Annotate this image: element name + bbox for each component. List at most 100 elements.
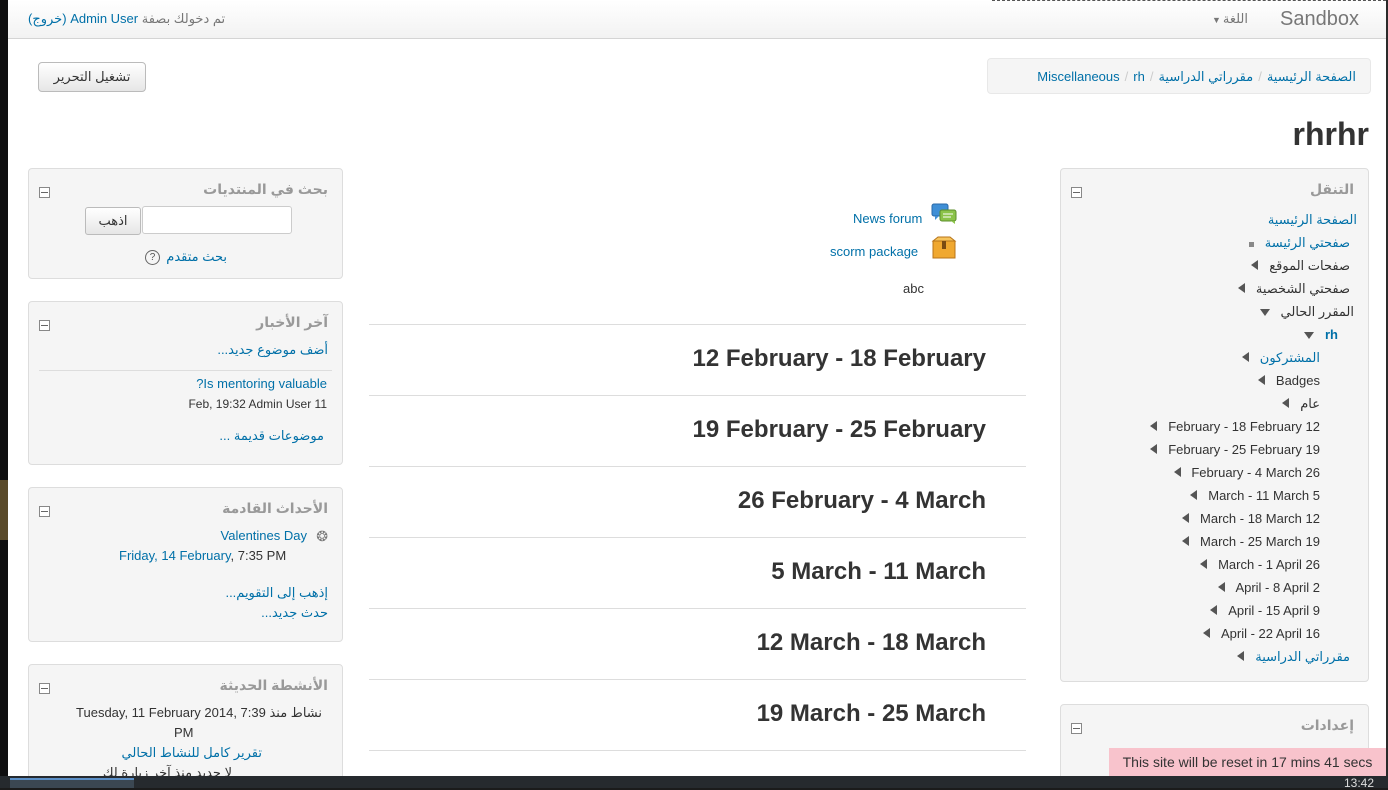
nav-item-label: 26 March - 1 April [1218,557,1320,572]
collapse-icon[interactable] [1071,723,1082,734]
breadcrumb: الصفحة الرئيسية/مقرراتي الدراسية/Miscell… [987,58,1371,94]
nav-item-participants[interactable]: المشتركون [1241,350,1320,366]
nav-item-week[interactable]: 9 April - 15 April [1210,603,1320,618]
collapse-icon[interactable] [39,320,50,331]
scorm-package-link[interactable]: scorm package [830,244,918,259]
nav-item-my-courses[interactable]: مقرراتي الدراسية [1237,649,1350,665]
forum-icon [931,203,957,224]
nav-item-week[interactable]: 12 February - 18 February [1150,419,1320,434]
week-section: 12 March - 18 March [369,608,1026,679]
taskbar-window-button[interactable] [10,778,134,788]
nav-item-course-rh[interactable]: rh [1304,327,1338,342]
collapse-arrow-icon [1259,309,1270,316]
expand-arrow-icon [1190,490,1198,500]
event-time: , 7:35 PM [230,548,287,563]
activity-since-pm: PM [174,725,194,740]
event-link[interactable]: Valentines Day [221,528,307,543]
nav-item-week[interactable]: 5 March - 11 March [1190,488,1320,503]
nav-item-label: 2 April - 8 April [1235,580,1320,595]
login-prefix: تم دخولك بصفة [141,11,226,26]
forum-search-input[interactable] [142,206,292,234]
turn-editing-on-button[interactable]: تشغيل التحرير [38,62,146,92]
week-section: 19 March - 25 March [369,679,1026,750]
help-icon[interactable]: ? [145,250,160,265]
user-link[interactable]: Admin User [70,11,138,26]
nav-item-label: Badges [1275,373,1320,388]
section-title[interactable]: 12 February - 18 February [693,345,986,373]
breadcrumb-home[interactable]: الصفحة الرئيسية [1267,69,1356,84]
nav-item-site-pages[interactable]: صفحات الموقع [1251,258,1350,274]
event-date-link[interactable]: Friday, 14 February [119,548,231,563]
news-forum-link[interactable]: News forum [853,211,922,226]
upcoming-events-title: الأحداث القادمة [222,500,328,516]
logout-link[interactable]: (خروج) [28,11,67,26]
expand-arrow-icon [1282,398,1290,408]
nav-item-week[interactable]: 2 April - 8 April [1217,580,1320,595]
upcoming-events-block: الأحداث القادمة ❂ Valentines Day Friday,… [28,487,343,642]
nav-item-week[interactable]: 12 March - 18 March [1182,511,1320,526]
os-taskbar: 13:42 [0,776,1388,790]
language-menu[interactable]: ▼ اللغة [1212,11,1248,27]
collapse-icon[interactable] [39,506,50,517]
collapse-arrow-icon [1304,332,1315,339]
section-title[interactable]: 12 March - 18 March [757,629,986,657]
browser-page: Sandbox ▼ اللغة (خروج) Admin User تم دخول… [8,0,1386,776]
nav-item-label: مقرراتي الدراسية [1255,649,1350,664]
nav-item-label: صفحتي الشخصية [1255,281,1350,296]
language-label: اللغة [1222,11,1248,26]
nav-item-week[interactable]: 19 March - 25 March [1182,534,1320,549]
expand-arrow-icon [1258,375,1266,385]
expand-arrow-icon [1182,536,1190,546]
nav-item-label: الصفحة الرئيسية [1267,212,1357,227]
expand-arrow-icon [1217,582,1225,592]
news-post-meta: 11 Feb, 19:32 Admin User [188,397,327,411]
section-title[interactable]: 26 February - 4 March [738,487,986,515]
goto-calendar-link[interactable]: إذهب إلى التقويم... [225,585,328,601]
label-text: abc [903,281,924,296]
nav-item-label: المقرر الحالي [1280,304,1354,319]
nav-item-week[interactable]: 26 February - 4 March [1173,465,1320,480]
section-title[interactable]: 19 February - 25 February [693,416,986,444]
recent-activity-title: الأنشطة الحديثة [219,677,328,693]
nav-item-week[interactable]: 19 February - 25 February [1150,442,1320,457]
expand-arrow-icon [1210,605,1218,615]
nav-item-badges[interactable]: Badges [1258,373,1320,388]
nothing-new-text: لا جديد منذ آخر زيارة لك [102,765,232,776]
activity-since: نشاط منذ Tuesday, 11 February 2014, 7:39 [76,705,322,720]
nav-item-label: صفحات الموقع [1269,258,1350,273]
news-post-link[interactable]: Is mentoring valuable? [196,376,327,391]
site-brand[interactable]: Sandbox [1280,8,1359,31]
breadcrumb-category[interactable]: Miscellaneous [1037,69,1119,84]
expand-arrow-icon [1173,467,1181,477]
week-section: 5 March - 11 March [369,537,1026,608]
nav-item-week[interactable]: 16 April - 22 April [1203,626,1320,641]
nav-item-dashboard[interactable]: صفحتي الرئيسة [1248,235,1350,251]
section-title[interactable]: 19 March - 25 March [757,700,986,728]
expand-arrow-icon [1241,352,1249,362]
go-button[interactable]: اذهب [85,207,141,235]
expand-arrow-icon [1200,559,1208,569]
nav-item-current-course[interactable]: المقرر الحالي [1259,304,1354,320]
nav-item-label: عام [1300,396,1320,411]
full-report-link[interactable]: تقرير كامل للنشاط الحالي [122,745,262,761]
nav-item-home[interactable]: الصفحة الرئيسية [1268,212,1357,228]
nav-item-general[interactable]: عام [1282,396,1320,412]
week-section: 12 February - 18 February [369,324,1026,395]
recent-activity-block: الأنشطة الحديثة نشاط منذ Tuesday, 11 Feb… [28,664,343,776]
breadcrumb-course[interactable]: rh [1133,69,1145,84]
section-title[interactable]: 5 March - 11 March [771,558,986,586]
nav-item-week[interactable]: 26 March - 1 April [1200,557,1320,572]
advanced-search-link[interactable]: بحث متقدم [166,249,227,265]
older-topics-link[interactable]: موضوعات قديمة ... [219,428,324,444]
add-topic-link[interactable]: أضف موضوع جديد... [217,342,328,358]
login-info: (خروج) Admin User تم دخولك بصفة [28,11,225,27]
collapse-icon[interactable] [39,187,50,198]
expand-arrow-icon [1251,260,1259,270]
collapse-icon[interactable] [39,683,50,694]
site-event-icon: ❂ [316,528,328,544]
nav-item-label: 12 March - 18 March [1200,511,1320,526]
collapse-icon[interactable] [1071,187,1082,198]
new-event-link[interactable]: حدث جديد... [261,605,328,621]
breadcrumb-my-courses[interactable]: مقرراتي الدراسية [1158,69,1253,84]
nav-item-my-profile[interactable]: صفحتي الشخصية [1238,281,1350,297]
